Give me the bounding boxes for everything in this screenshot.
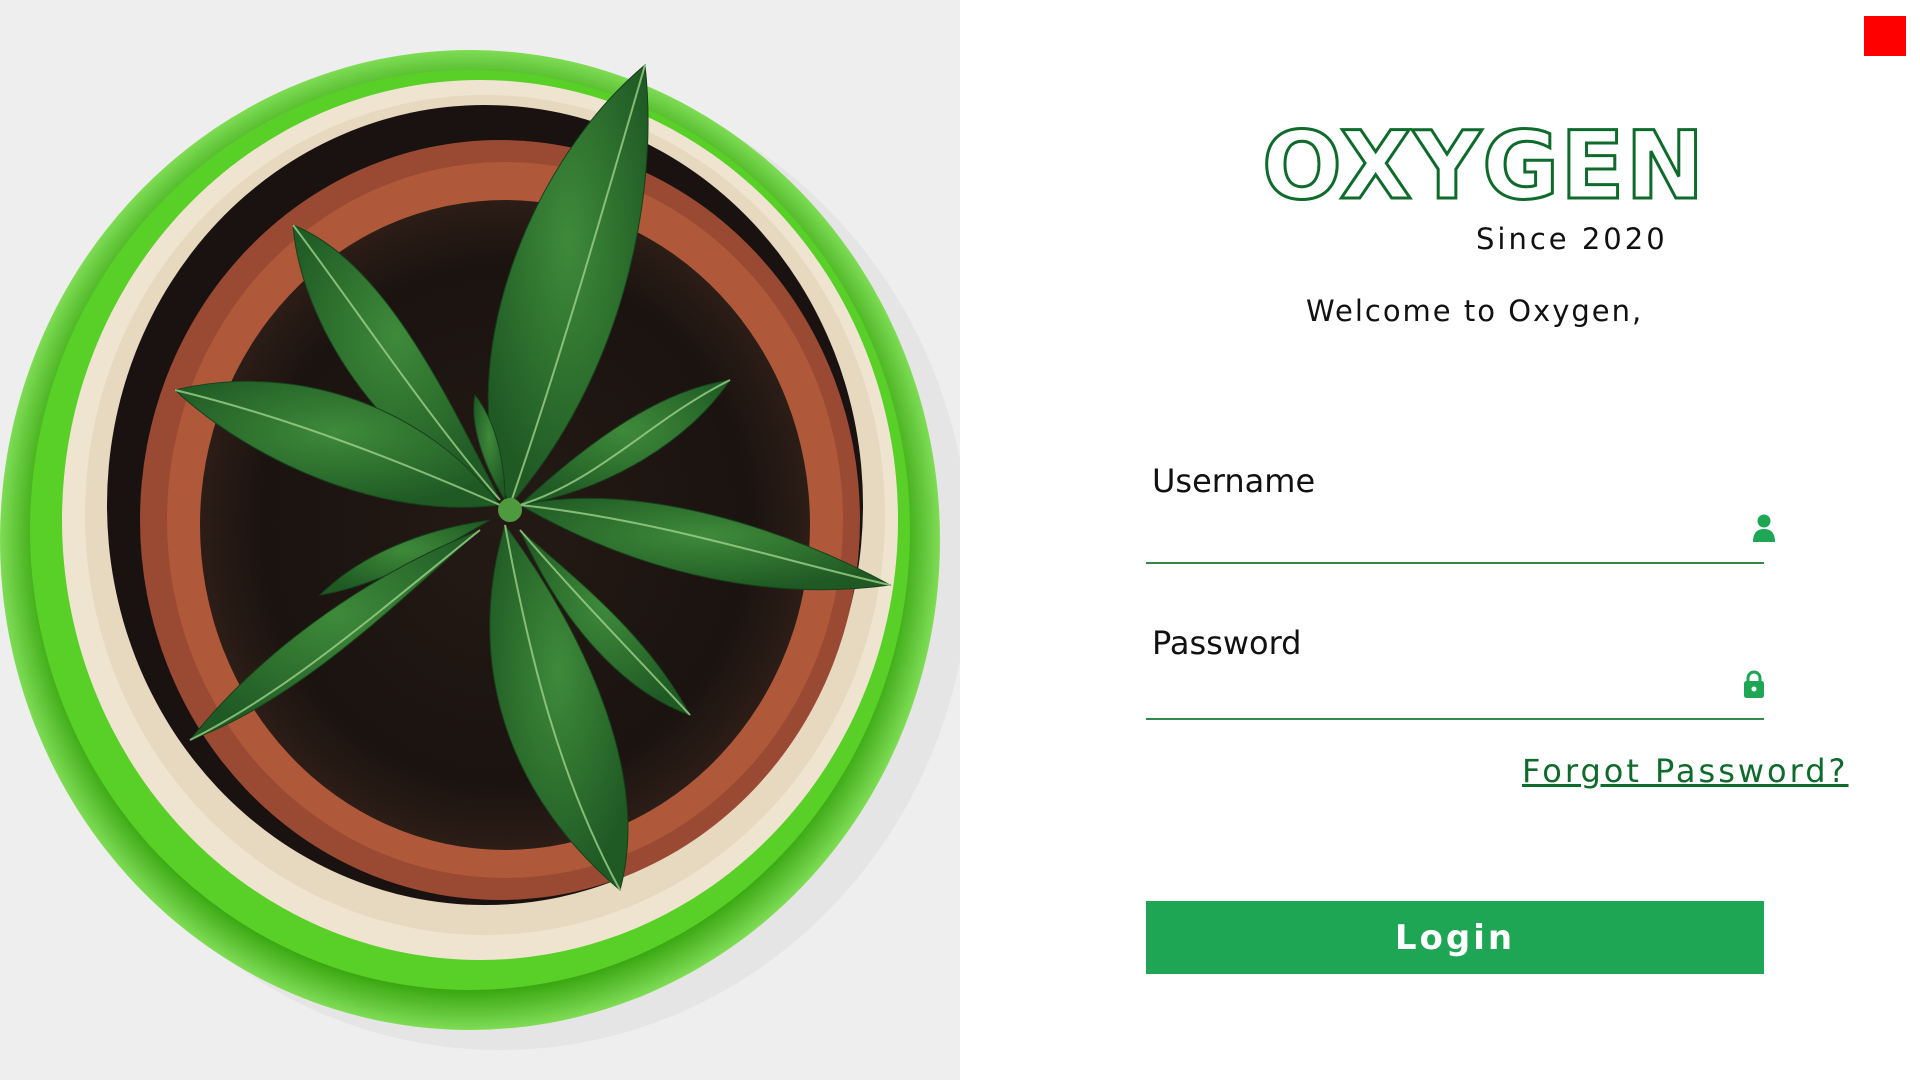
password-input[interactable] xyxy=(1152,668,1742,718)
login-screen: OXYGEN Since 2020 Welcome to Oxygen, Use… xyxy=(0,0,1920,1080)
plant-photo xyxy=(0,0,960,1080)
since-text: Since 2020 xyxy=(1476,222,1668,256)
username-underline xyxy=(1146,562,1764,564)
password-label: Password xyxy=(1152,624,1302,662)
brand-logo: OXYGEN xyxy=(1260,112,1706,221)
welcome-text: Welcome to Oxygen, xyxy=(1306,294,1644,328)
lock-icon xyxy=(1744,670,1764,698)
close-square-icon[interactable] xyxy=(1864,16,1906,56)
forgot-password-link[interactable]: Forgot Password? xyxy=(1522,752,1849,790)
plant-pot-illustration xyxy=(0,0,960,1080)
username-label: Username xyxy=(1152,462,1316,500)
username-input[interactable] xyxy=(1152,508,1742,558)
user-icon xyxy=(1753,514,1775,542)
login-button[interactable]: Login xyxy=(1146,901,1764,974)
password-underline xyxy=(1146,718,1764,720)
